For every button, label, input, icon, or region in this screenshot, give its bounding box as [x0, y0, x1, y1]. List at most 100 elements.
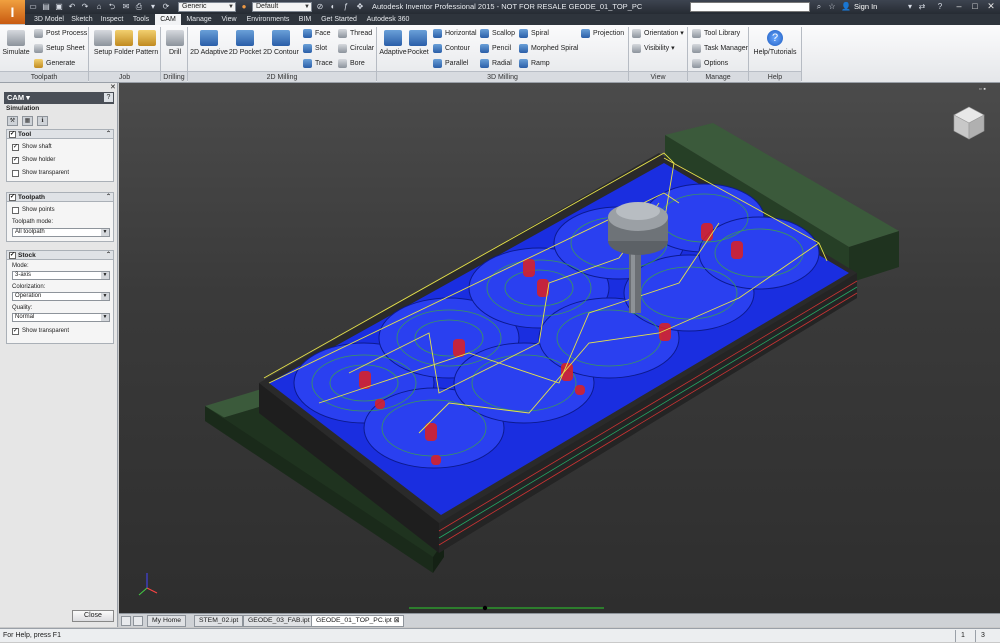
update-icon[interactable]: ⟳ [160, 2, 172, 12]
drill-button[interactable]: Drill [161, 27, 189, 71]
show-points-option[interactable]: Show points [12, 206, 55, 215]
show-shaft-checkbox[interactable]: ✓ [12, 144, 19, 151]
thread-button[interactable]: Thread [338, 28, 372, 39]
minimize-icon[interactable]: – [952, 1, 966, 12]
options-button[interactable]: Options [692, 58, 728, 69]
tab-view[interactable]: View [217, 14, 241, 25]
tab-inspect[interactable]: Inspect [97, 14, 127, 25]
ramp-button[interactable]: Ramp [519, 58, 550, 69]
show-holder-checkbox[interactable]: ✓ [12, 157, 19, 164]
dropdown-icon[interactable]: ▾ [904, 2, 916, 12]
appearance-select[interactable]: Default ▼ [252, 2, 312, 12]
close-window-icon[interactable]: ✕ [984, 1, 998, 12]
help-search-input[interactable] [690, 2, 810, 12]
cam-dropdown[interactable]: CAM ▾ [7, 92, 30, 104]
slot-button[interactable]: Slot [303, 43, 327, 54]
horizontal-button[interactable]: Horizontal [433, 28, 477, 39]
panel-help-button[interactable]: ? [104, 93, 113, 102]
show-points-checkbox[interactable] [12, 207, 19, 214]
collapse-icon[interactable]: ⌃ [106, 251, 111, 260]
projection-button[interactable]: Projection [581, 28, 624, 39]
panel-close-icon[interactable]: ✕ [110, 83, 116, 91]
cascade-windows-icon[interactable] [133, 616, 143, 626]
tool-library-button[interactable]: Tool Library [692, 28, 740, 39]
search-icon[interactable]: ⌕ [813, 2, 825, 12]
radial-button[interactable]: Radial [480, 58, 512, 69]
morphed-spiral-button[interactable]: Morphed Spiral [519, 43, 578, 54]
generate-button[interactable]: Generate [34, 58, 75, 69]
show-transparent-option[interactable]: Show transparent [12, 169, 69, 178]
undo-icon[interactable]: ↶ [66, 2, 78, 12]
2d-adaptive-button[interactable]: 2D Adaptive [190, 27, 228, 71]
new-icon[interactable]: ▭ [27, 2, 39, 12]
tab-environments[interactable]: Environments [243, 14, 293, 25]
spiral-button[interactable]: Spiral [519, 28, 549, 39]
stock-transparent-option[interactable]: ✓ Show transparent [12, 327, 69, 336]
stock-mode-select[interactable]: 3-axis ▼ [12, 271, 110, 280]
parallel-button[interactable]: Parallel [433, 58, 468, 69]
doc-tab-stem-02[interactable]: STEM_02.ipt [194, 615, 244, 627]
collapse-icon[interactable]: ⌃ [106, 130, 111, 139]
doc-tab-my-home[interactable]: My Home [147, 615, 187, 627]
tab-cam[interactable]: CAM [155, 14, 181, 25]
help-tutorials-button[interactable]: ? Help/Tutorials [752, 27, 798, 71]
stock-section-checkbox[interactable]: ✓ [9, 252, 16, 259]
print-icon[interactable]: ⎙ [133, 2, 145, 12]
close-tab-icon[interactable]: ⊠ [394, 617, 400, 624]
pattern-button[interactable]: Pattern [133, 27, 161, 71]
contour-button[interactable]: Contour [433, 43, 470, 54]
face-button[interactable]: Face [303, 28, 331, 39]
adjust-icon[interactable]: ◐ [327, 2, 339, 12]
scallop-button[interactable]: Scallop [480, 28, 515, 39]
material-select[interactable]: Generic ▼ [178, 2, 236, 12]
tab-manage[interactable]: Manage [183, 14, 215, 25]
tab-3d-model[interactable]: 3D Model [29, 14, 69, 25]
orientation-button[interactable]: Orientation ▾ [632, 28, 684, 39]
show-transparent-checkbox[interactable] [12, 170, 19, 177]
close-button[interactable]: Close [72, 610, 114, 622]
task-manager-button[interactable]: Task Manager [692, 43, 748, 54]
tab-sketch[interactable]: Sketch [69, 14, 95, 25]
toolpath-section-checkbox[interactable]: ✓ [9, 194, 16, 201]
toolpath-section-header[interactable]: ✓ Toolpath ⌃ [7, 193, 113, 202]
bore-button[interactable]: Bore [338, 58, 365, 69]
info-view-icon[interactable]: ℹ [37, 116, 48, 126]
clear-appearance-icon[interactable]: ⊘ [314, 2, 326, 12]
return-icon[interactable]: ⮌ [106, 2, 118, 12]
collapse-icon[interactable]: ⌃ [106, 193, 111, 202]
tool-section-header[interactable]: ✓ Tool ⌃ [7, 130, 113, 139]
pocket-button[interactable]: Pocket [406, 27, 430, 71]
doc-tab-geode-01-top-pc[interactable]: GEODE_01_TOP_PC.ipt ⊠ [311, 615, 405, 627]
app-logo[interactable]: I [0, 0, 25, 24]
select-icon[interactable]: ▾ [147, 2, 159, 12]
show-holder-option[interactable]: ✓ Show holder [12, 156, 55, 165]
tool-view-icon[interactable]: ⚒ [7, 116, 18, 126]
stock-section-header[interactable]: ✓ Stock ⌃ [7, 251, 113, 260]
stock-view-icon[interactable]: ▦ [22, 116, 33, 126]
pencil-button[interactable]: Pencil [480, 43, 511, 54]
sign-in-link[interactable]: Sign In [854, 2, 877, 11]
tool-section-checkbox[interactable]: ✓ [9, 131, 16, 138]
setup-sheet-button[interactable]: Setup Sheet [34, 43, 85, 54]
redo-icon[interactable]: ↷ [79, 2, 91, 12]
tab-bim[interactable]: BIM [295, 14, 315, 25]
mail-icon[interactable]: ✉ [120, 2, 132, 12]
colorization-select[interactable]: Operation ▼ [12, 292, 110, 301]
quality-select[interactable]: Normal ▼ [12, 313, 110, 322]
post-process-button[interactable]: Post Process [34, 28, 87, 39]
save-icon[interactable]: ▣ [53, 2, 65, 12]
circular-button[interactable]: Circular [338, 43, 374, 54]
exchange-icon[interactable]: ⇄ [916, 2, 928, 12]
tile-windows-icon[interactable] [121, 616, 131, 626]
visibility-button[interactable]: Visibility ▾ [632, 43, 675, 54]
move-icon[interactable]: ✥ [354, 2, 366, 12]
maximize-icon[interactable]: □ [968, 1, 982, 12]
trace-button[interactable]: Trace [303, 58, 333, 69]
doc-tab-geode-03-fab[interactable]: GEODE_03_FAB.ipt [243, 615, 315, 627]
open-icon[interactable]: ▤ [40, 2, 52, 12]
stock-transparent-checkbox[interactable]: ✓ [12, 328, 19, 335]
home-icon[interactable]: ⌂ [93, 2, 105, 12]
3d-viewport[interactable]: ▫ ▪ [119, 83, 1000, 613]
2d-contour-button[interactable]: 2D Contour [262, 27, 300, 71]
toolpath-mode-select[interactable]: All toolpath ▼ [12, 228, 110, 237]
